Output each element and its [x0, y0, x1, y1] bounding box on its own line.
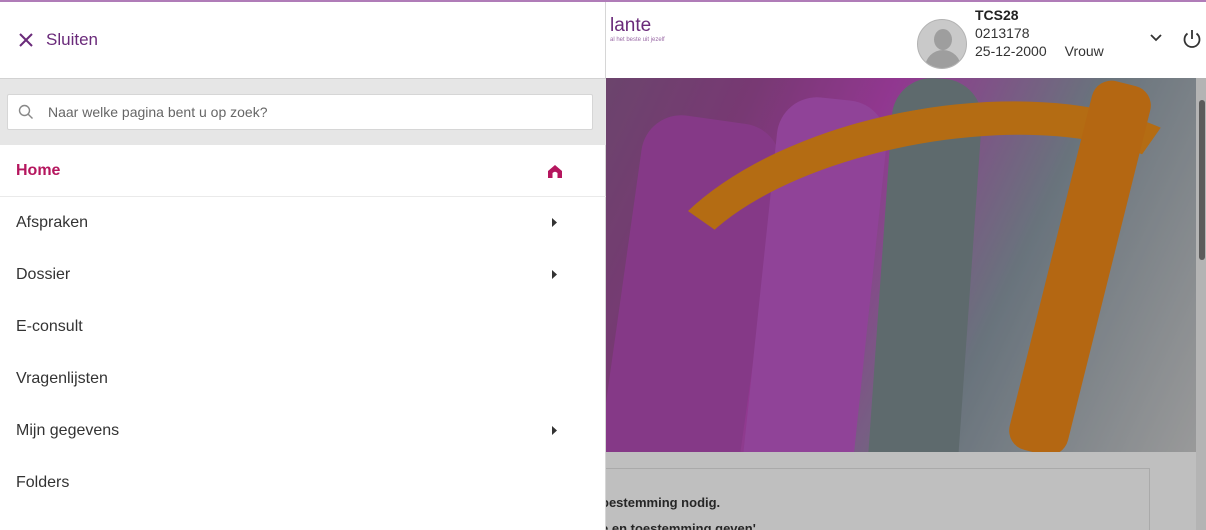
side-menu: Sluiten Home Afspraken Dossier	[0, 2, 606, 530]
user-dob: 25-12-2000	[975, 43, 1047, 59]
menu-item-label: Afspraken	[16, 214, 89, 231]
user-number: 0213178	[975, 25, 1030, 41]
menu-item-mijn-gegevens[interactable]: Mijn gegevens	[0, 405, 606, 457]
dim-overlay[interactable]	[606, 78, 1206, 530]
search-box[interactable]	[7, 94, 593, 130]
home-icon	[548, 165, 562, 178]
close-menu-button[interactable]: Sluiten	[0, 2, 606, 78]
menu-item-e-consult[interactable]: E-consult	[0, 301, 606, 353]
avatar-body-shape	[925, 50, 961, 68]
menu-item-label: E-consult	[16, 318, 83, 335]
avatar[interactable]	[917, 19, 967, 69]
avatar-head-shape	[934, 29, 952, 50]
close-label: Sluiten	[46, 30, 98, 49]
menu-item-label: Mijn gegevens	[16, 422, 120, 439]
caret-right-icon	[552, 270, 557, 279]
menu-item-label: Vragenlijsten	[16, 370, 108, 387]
chevron-down-icon[interactable]	[1146, 28, 1166, 48]
menu-item-dossier[interactable]: Dossier	[0, 249, 606, 301]
user-name: TCS28	[975, 7, 1019, 23]
menu-item-vragenlijsten[interactable]: Vragenlijsten	[0, 353, 606, 405]
user-dob-sex-row: 25-12-2000 Vrouw	[975, 42, 1104, 60]
caret-right-icon	[552, 426, 557, 435]
menu-item-folders[interactable]: Folders	[0, 457, 606, 509]
brand-logo[interactable]: lante al het beste uit jezelf	[610, 15, 665, 44]
menu-item-home[interactable]: Home	[0, 145, 606, 197]
menu-list: Home Afspraken Dossier E-consult Vragenl…	[0, 145, 606, 509]
caret-right-icon	[552, 218, 557, 227]
search-icon	[18, 104, 33, 119]
close-icon	[19, 33, 33, 47]
user-info: TCS28 0213178 25-12-2000 Vrouw	[975, 6, 1104, 60]
menu-item-label: Folders	[16, 474, 70, 491]
brand-name: lante	[610, 15, 652, 36]
brand-tagline: al het beste uit jezelf	[610, 37, 665, 43]
power-icon[interactable]	[1181, 28, 1203, 50]
user-sex: Vrouw	[1064, 43, 1104, 59]
search-bar	[0, 78, 606, 145]
search-input[interactable]	[48, 95, 578, 129]
menu-item-label: Dossier	[16, 266, 71, 283]
menu-item-label: Home	[16, 161, 61, 179]
menu-item-afspraken[interactable]: Afspraken	[0, 197, 606, 249]
